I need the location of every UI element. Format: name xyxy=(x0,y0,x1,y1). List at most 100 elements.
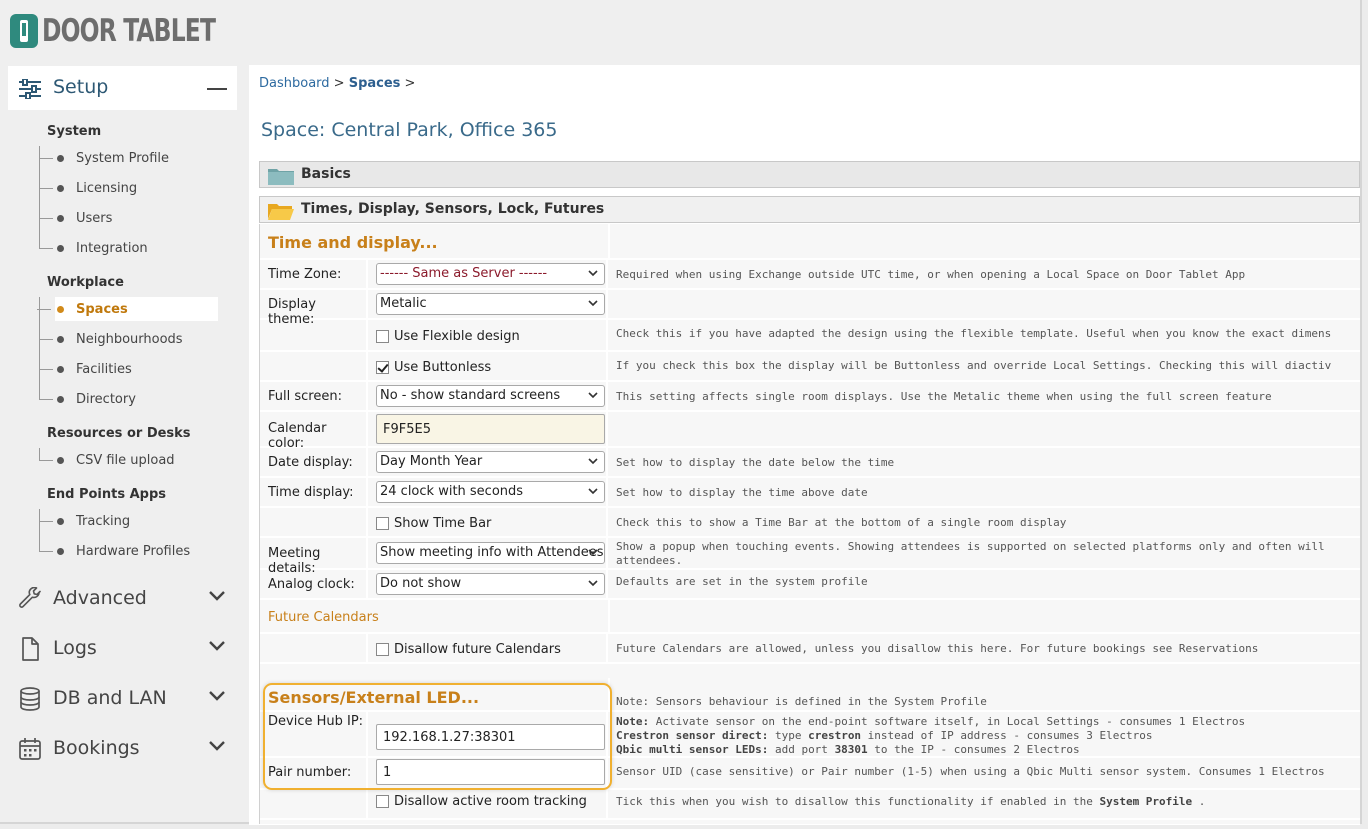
form-row-date-display: Date display: Day Month Year Set how to … xyxy=(260,448,1360,478)
brand-logo[interactable]: DOOR TABLET xyxy=(10,13,248,49)
future-calendars-title: Future Calendars xyxy=(268,610,379,625)
checkbox-box[interactable] xyxy=(376,643,389,656)
main-content: Dashboard > Spaces > Space: Central Park… xyxy=(249,65,1360,825)
sidebar-item-licensing[interactable]: Licensing xyxy=(39,176,137,200)
time-zone-help: Required when using Exchange outside UTC… xyxy=(616,268,1246,281)
pair-number-input[interactable]: 1 xyxy=(376,759,605,785)
door-logo-icon xyxy=(10,14,38,48)
brand-name: DOOR TABLET xyxy=(42,13,216,49)
checkbox-box-checked[interactable] xyxy=(376,361,389,374)
sidebar-item-system-profile[interactable]: System Profile xyxy=(39,146,169,170)
disallow-tracking-checkbox[interactable]: Disallow active room tracking xyxy=(376,794,587,809)
flexible-design-checkbox[interactable]: Use Flexible design xyxy=(376,329,520,344)
file-icon xyxy=(22,637,39,661)
chevron-down-icon[interactable] xyxy=(208,690,226,702)
sidebar-item-neighbourhoods[interactable]: Neighbourhoods xyxy=(39,327,183,351)
form-row-meeting-details: Meeting details: Show meeting info with … xyxy=(260,538,1360,576)
buttonless-help: If you check this box the display will b… xyxy=(616,359,1332,372)
chevron-down-icon xyxy=(588,270,598,277)
checkbox-label: Use Flexible design xyxy=(394,329,520,344)
group-resources: Resources or Desks xyxy=(47,426,191,441)
panel-times[interactable]: Times, Display, Sensors, Lock, Futures xyxy=(259,196,1360,223)
sidebar-item-csv-upload[interactable]: CSV file upload xyxy=(39,448,175,472)
meeting-details-select[interactable]: Show meeting info with Attendees xyxy=(376,542,605,564)
form-row-analog-clock: Analog clock: Do not show Defaults are s… xyxy=(260,570,1360,600)
section-label: DB and LAN xyxy=(53,687,167,709)
checkbox-label: Disallow active room tracking xyxy=(394,794,587,809)
form-row: Time and display... xyxy=(260,224,1360,260)
tree-line xyxy=(39,448,40,460)
setup-section-header[interactable]: Setup xyxy=(8,66,237,110)
sidebar-item-hardware-profiles[interactable]: Hardware Profiles xyxy=(39,539,190,563)
wrench-icon xyxy=(19,587,41,608)
sidebar-section-db-lan[interactable]: DB and LAN xyxy=(0,679,244,719)
panel-basics[interactable]: Basics xyxy=(259,161,1360,188)
database-icon xyxy=(20,687,40,711)
full-screen-select[interactable]: No - show standard screens xyxy=(376,385,605,407)
time-bar-help: Check this to show a Time Bar at the bot… xyxy=(616,516,1067,529)
form-row-flexible: Use Flexible design Check this if you ha… xyxy=(260,320,1360,352)
time-display-select[interactable]: 24 clock with seconds xyxy=(376,481,605,503)
chevron-down-icon[interactable] xyxy=(208,640,226,652)
buttonless-checkbox[interactable]: Use Buttonless xyxy=(376,360,491,375)
display-theme-select[interactable]: Metalic xyxy=(376,293,605,315)
chevron-down-icon xyxy=(588,549,598,556)
form-row-full-screen: Full screen: No - show standard screens … xyxy=(260,382,1360,412)
pair-number-label: Pair number: xyxy=(268,765,352,780)
breadcrumb-spaces[interactable]: Spaces xyxy=(349,76,401,91)
time-bar-checkbox[interactable]: Show Time Bar xyxy=(376,516,491,531)
folder-open-icon xyxy=(268,204,294,220)
sidebar-section-logs[interactable]: Logs xyxy=(0,629,244,669)
form-row-pair-number: Pair number: 1 Sensor UID (case sensitiv… xyxy=(260,758,1360,790)
form-row-time-bar: Show Time Bar Check this to show a Time … xyxy=(260,508,1360,538)
checkbox-label: Disallow future Calendars xyxy=(394,642,561,657)
time-display-label: Time display: xyxy=(268,485,354,500)
future-help: Future Calendars are allowed, unless you… xyxy=(616,642,1259,655)
active-tracking-help: Tick this when you wish to disallow this… xyxy=(616,795,1206,808)
sidebar-item-spaces[interactable]: Spaces xyxy=(37,297,218,321)
section-title-sensors: Sensors/External LED... xyxy=(268,688,480,707)
collapse-minus-icon[interactable] xyxy=(207,88,227,90)
breadcrumb-dashboard[interactable]: Dashboard xyxy=(259,76,330,91)
checkbox-box[interactable] xyxy=(376,795,389,808)
tree-line xyxy=(39,509,40,551)
time-display-help: Set how to display the time above date xyxy=(616,486,868,499)
breadcrumb-separator: > xyxy=(329,76,349,91)
calendar-icon xyxy=(19,738,41,760)
sensors-note: Note: Sensors behaviour is defined in th… xyxy=(616,695,987,708)
date-display-help: Set how to display the date below the ti… xyxy=(616,456,895,469)
flexible-help: Check this if you have adapted the desig… xyxy=(616,327,1332,340)
chevron-down-icon xyxy=(588,488,598,495)
disallow-future-checkbox[interactable]: Disallow future Calendars xyxy=(376,642,561,657)
analog-clock-select[interactable]: Do not show xyxy=(376,573,605,595)
sidebar-item-integration[interactable]: Integration xyxy=(39,236,148,260)
chevron-down-icon[interactable] xyxy=(208,740,226,752)
sidebar-item-tracking[interactable]: Tracking xyxy=(39,509,130,533)
form-row: Sensors/External LED... Note: Sensors be… xyxy=(260,678,1360,712)
meeting-details-help: Show a popup when touching events. Showi… xyxy=(616,540,1325,567)
sidebar-section-bookings[interactable]: Bookings xyxy=(0,729,244,769)
panel-title: Times, Display, Sensors, Lock, Futures xyxy=(301,201,605,217)
chevron-down-icon xyxy=(588,458,598,465)
date-display-label: Date display: xyxy=(268,455,353,470)
sidebar-item-facilities[interactable]: Facilities xyxy=(39,357,132,381)
breadcrumb-separator: > xyxy=(400,76,416,91)
device-hub-input[interactable]: 192.168.1.27:38301 xyxy=(376,724,605,750)
form-row-display-theme: Display theme: Metalic xyxy=(260,290,1360,327)
sidebar-item-users[interactable]: Users xyxy=(39,206,112,230)
form-spacer xyxy=(260,664,1360,678)
time-zone-select[interactable]: ------ Same as Server ------ xyxy=(376,263,605,285)
form-row-time-zone: Time Zone: ------ Same as Server ------ … xyxy=(260,260,1360,290)
sidebar-section-advanced[interactable]: Advanced xyxy=(0,579,244,619)
date-display-select[interactable]: Day Month Year xyxy=(376,451,605,473)
checkbox-box[interactable] xyxy=(376,517,389,530)
calendar-color-label: Calendar color: xyxy=(268,421,327,451)
time-zone-label: Time Zone: xyxy=(268,267,342,282)
full-screen-help: This setting affects single room display… xyxy=(616,390,1272,403)
calendar-color-input[interactable]: F9F5E5 xyxy=(376,414,605,444)
checkbox-box[interactable] xyxy=(376,330,389,343)
chevron-down-icon[interactable] xyxy=(208,590,226,602)
form-row-device-hub: Device Hub IP: 192.168.1.27:38301 Note: … xyxy=(260,712,1360,758)
sidebar-item-directory[interactable]: Directory xyxy=(39,387,136,411)
chevron-down-icon xyxy=(588,300,598,307)
